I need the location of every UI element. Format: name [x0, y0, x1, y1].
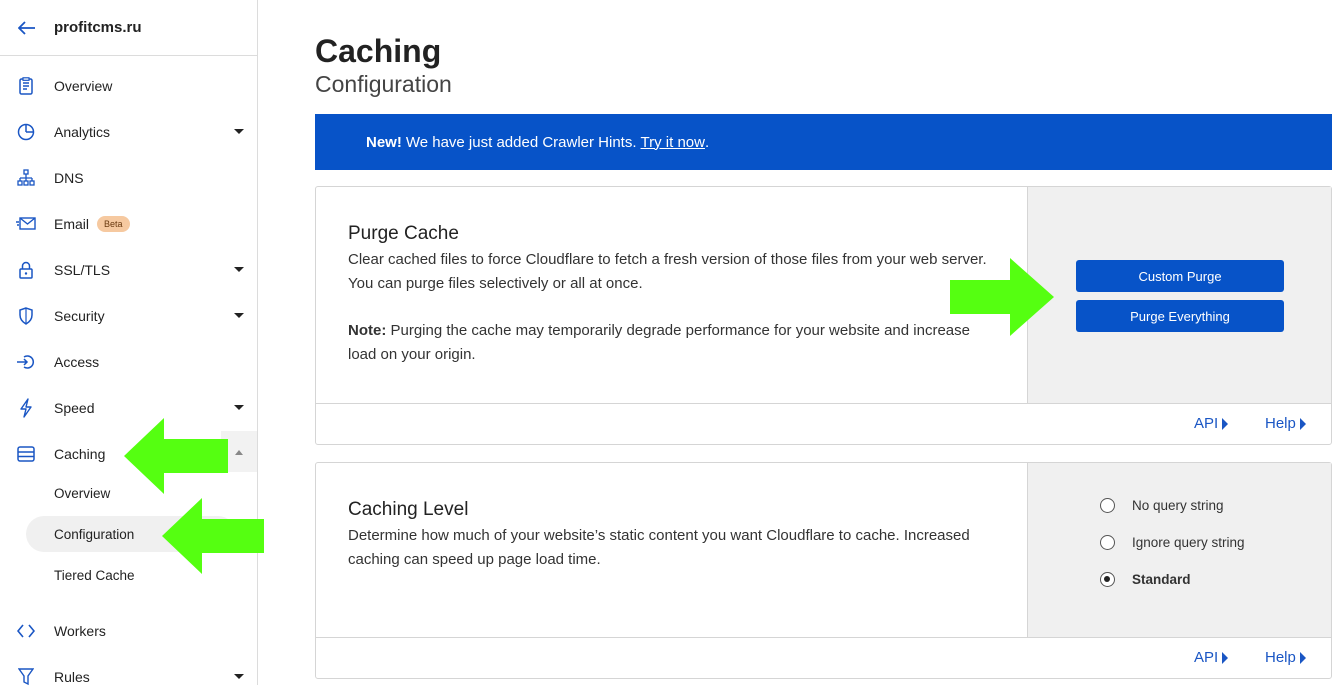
sub-item-label: Overview — [54, 485, 111, 501]
purge-everything-button[interactable]: Purge Everything — [1076, 300, 1284, 332]
radio-no-query-string[interactable]: No query string — [1100, 498, 1224, 513]
clipboard-icon — [16, 76, 36, 96]
caching-level-options: No query string Ignore query string Stan… — [1027, 463, 1331, 637]
caret-right-icon — [1299, 417, 1306, 430]
funnel-icon — [16, 667, 36, 687]
level-card-text: Caching Level Determine how much of your… — [348, 463, 988, 572]
api-link[interactable]: API — [1194, 415, 1229, 432]
sidebar-item-access[interactable]: Access — [0, 339, 257, 385]
banner-bold: New! — [366, 133, 402, 151]
annotation-arrow-left-icon — [124, 418, 228, 494]
purge-cache-note: Note: Purging the cache may temporarily … — [348, 319, 988, 367]
announcement-banner: New! We have just added Crawler Hints. T… — [315, 114, 1332, 170]
sidebar: profitcms.ru Overview Analytics DNS Emai… — [0, 0, 258, 686]
level-card-footer: API Help — [316, 638, 1331, 678]
chevron-down-icon[interactable] — [234, 129, 244, 134]
sidebar-item-rules[interactable]: Rules — [0, 654, 257, 700]
purge-card-text: Purge Cache Clear cached files to force … — [348, 187, 988, 367]
note-label: Note: — [348, 322, 387, 339]
radio-button[interactable] — [1100, 498, 1115, 513]
chevron-down-icon[interactable] — [234, 313, 244, 318]
sidebar-item-workers[interactable]: Workers — [0, 608, 257, 654]
caret-right-icon — [1299, 651, 1306, 664]
sidebar-item-overview[interactable]: Overview — [0, 63, 257, 109]
page-title: Caching — [315, 33, 442, 69]
api-label: API — [1194, 415, 1219, 432]
back-arrow-icon[interactable] — [16, 17, 38, 39]
sidebar-item-label: Access — [54, 354, 100, 370]
envelope-icon — [16, 214, 36, 234]
annotation-arrow-left-icon — [162, 498, 264, 574]
api-link[interactable]: API — [1194, 649, 1229, 666]
caching-level-title: Caching Level — [348, 499, 469, 520]
annotation-arrow-right-icon — [950, 258, 1054, 336]
help-label: Help — [1265, 415, 1296, 432]
help-link[interactable]: Help — [1265, 649, 1306, 666]
lightning-icon — [16, 398, 36, 418]
purge-cache-title: Purge Cache — [348, 223, 459, 244]
page-subtitle: Configuration — [315, 71, 452, 97]
chevron-down-icon[interactable] — [234, 405, 244, 410]
sidebar-item-analytics[interactable]: Analytics — [0, 109, 257, 155]
network-icon — [16, 168, 36, 188]
sidebar-item-label: Workers — [54, 623, 106, 639]
sub-item-label: Tiered Cache — [54, 567, 135, 583]
banner-text: We have just added Crawler Hints. — [405, 133, 637, 151]
sidebar-item-label: Analytics — [54, 124, 111, 140]
note-text: Purging the cache may temporarily degrad… — [348, 322, 970, 363]
pie-chart-icon — [16, 122, 36, 142]
radio-label: No query string — [1132, 498, 1224, 513]
storage-icon — [16, 444, 36, 464]
sub-item-label: Configuration — [54, 526, 135, 542]
purge-cache-desc: Clear cached files to force Cloudflare t… — [348, 251, 987, 292]
banner-tail: . — [704, 133, 710, 151]
radio-button[interactable] — [1100, 535, 1115, 550]
level-card-body: Caching Level Determine how much of your… — [316, 463, 1331, 638]
purge-card-body: Purge Cache Clear cached files to force … — [316, 187, 1331, 404]
code-brackets-icon — [16, 621, 36, 641]
purge-actions: Custom Purge Purge Everything — [1027, 187, 1331, 403]
lock-icon — [16, 260, 36, 280]
chevron-up-icon — [235, 450, 243, 455]
sign-in-icon — [16, 352, 36, 372]
sidebar-item-email[interactable]: Email Beta — [0, 201, 257, 247]
api-label: API — [1194, 649, 1219, 666]
sidebar-item-label: Overview — [54, 78, 113, 94]
beta-badge: Beta — [97, 216, 130, 232]
sidebar-item-label: DNS — [54, 170, 84, 186]
sidebar-item-security[interactable]: Security — [0, 293, 257, 339]
help-label: Help — [1265, 649, 1296, 666]
radio-label: Standard — [1132, 572, 1191, 587]
sidebar-item-label: Speed — [54, 400, 95, 416]
radio-button-checked[interactable] — [1100, 572, 1115, 587]
custom-purge-button[interactable]: Custom Purge — [1076, 260, 1284, 292]
sidebar-item-ssl-tls[interactable]: SSL/TLS — [0, 247, 257, 293]
chevron-down-icon[interactable] — [234, 674, 244, 679]
sidebar-nav: Overview Analytics DNS Email Beta SSL/TL… — [0, 63, 257, 477]
sidebar-item-dns[interactable]: DNS — [0, 155, 257, 201]
radio-ignore-query-string[interactable]: Ignore query string — [1100, 535, 1245, 550]
help-link[interactable]: Help — [1265, 415, 1306, 432]
site-header: profitcms.ru — [0, 0, 257, 56]
sidebar-item-label: Caching — [54, 446, 106, 462]
caret-right-icon — [1222, 651, 1229, 664]
sidebar-item-label: Rules — [54, 669, 90, 685]
try-it-now-link[interactable]: Try it now — [641, 134, 705, 151]
shield-icon — [16, 306, 36, 326]
sidebar-item-label: Security — [54, 308, 105, 324]
radio-label: Ignore query string — [1132, 535, 1245, 550]
sidebar-item-label: SSL/TLS — [54, 262, 111, 278]
radio-standard[interactable]: Standard — [1100, 572, 1191, 587]
site-name: profitcms.ru — [54, 19, 142, 36]
chevron-down-icon[interactable] — [234, 267, 244, 272]
caching-level-desc: Determine how much of your website’s sta… — [348, 527, 970, 568]
caret-right-icon — [1222, 417, 1229, 430]
purge-cache-card: Purge Cache Clear cached files to force … — [315, 186, 1332, 445]
caching-level-card: Caching Level Determine how much of your… — [315, 462, 1332, 679]
purge-card-footer: API Help — [316, 404, 1331, 444]
sidebar-item-label: Email — [54, 216, 90, 232]
